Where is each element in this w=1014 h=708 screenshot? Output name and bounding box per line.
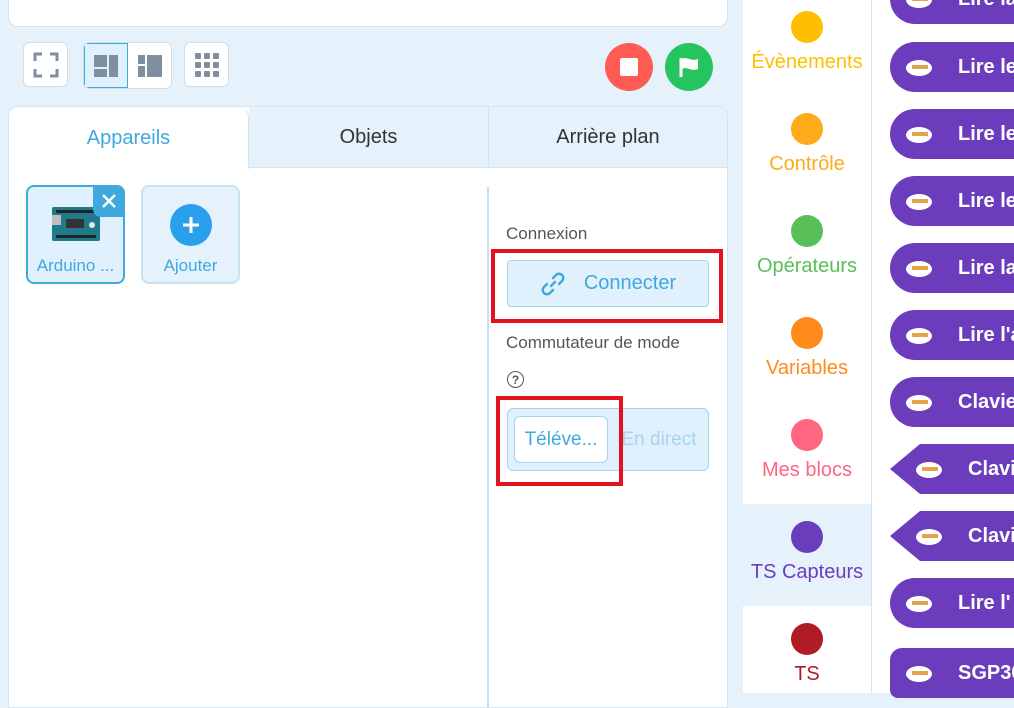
block-text: Lire l'a bbox=[958, 323, 1014, 346]
panel-tabs: Appareils Objets Arrière plan bbox=[9, 107, 727, 169]
block-text: Clavi bbox=[968, 524, 1014, 547]
block-text: Clavie bbox=[958, 390, 1014, 413]
category-dot bbox=[791, 521, 823, 553]
sensor-extension-icon bbox=[906, 395, 932, 411]
tab-sprites[interactable]: Objets bbox=[249, 107, 488, 168]
layout-toggle[interactable] bbox=[83, 42, 172, 89]
block-read[interactable]: Lire le bbox=[890, 109, 1014, 159]
category-dot bbox=[791, 317, 823, 349]
category-my-blocks[interactable]: Mes blocs bbox=[743, 408, 871, 510]
tab-label: Appareils bbox=[86, 126, 171, 149]
tab-devices[interactable]: Appareils bbox=[9, 107, 249, 169]
category-dot bbox=[791, 11, 823, 43]
stage-area bbox=[8, 0, 728, 27]
help-icon[interactable]: ? bbox=[507, 371, 524, 388]
highlight-box-mode bbox=[496, 396, 623, 486]
block-text: Clavi bbox=[968, 457, 1014, 480]
category-variables[interactable]: Variables bbox=[743, 306, 871, 408]
block-text: SGP30 bbox=[958, 661, 1014, 684]
category-dot bbox=[791, 215, 823, 247]
layout-split-icon bbox=[93, 54, 118, 77]
sensor-extension-icon bbox=[906, 261, 932, 277]
grid-icon bbox=[194, 52, 219, 77]
fullscreen-icon bbox=[33, 52, 58, 77]
device-card-arduino[interactable]: Arduino ... bbox=[26, 185, 125, 284]
category-operators[interactable]: Opérateurs bbox=[743, 204, 871, 306]
layout-narrow-icon bbox=[137, 54, 162, 77]
category-label: Mes blocs bbox=[761, 459, 853, 481]
layout-narrow-button[interactable] bbox=[128, 43, 171, 88]
stop-button[interactable] bbox=[605, 43, 653, 91]
connection-label: Connexion bbox=[506, 224, 588, 243]
block-keypad[interactable]: Clavie bbox=[890, 377, 1014, 427]
flag-icon bbox=[679, 58, 698, 77]
category-control[interactable]: Contrôle bbox=[743, 102, 871, 204]
category-menu: Évènements Contrôle Opérateurs Variables… bbox=[743, 0, 872, 693]
mode-live-option[interactable]: En direct bbox=[612, 416, 706, 463]
category-label: Évènements bbox=[751, 51, 863, 73]
block-read[interactable]: Lire l'a bbox=[890, 310, 1014, 360]
sensor-extension-icon bbox=[906, 596, 932, 612]
fullscreen-button[interactable] bbox=[23, 42, 68, 87]
blocks-palette: Lire la Lire le Lire le Lire le Lire la … bbox=[872, 0, 1014, 698]
layout-split-button[interactable] bbox=[84, 43, 128, 88]
tab-backdrop[interactable]: Arrière plan bbox=[488, 107, 727, 168]
sprite-device-panel: Appareils Objets Arrière plan Arduino ..… bbox=[8, 106, 728, 708]
block-read[interactable]: Lire le bbox=[890, 42, 1014, 92]
device-name: Arduino ... bbox=[36, 256, 115, 275]
category-events[interactable]: Évènements bbox=[743, 0, 871, 102]
sensor-extension-icon bbox=[906, 60, 932, 76]
block-read[interactable]: Lire la bbox=[890, 0, 1014, 24]
category-label: Opérateurs bbox=[756, 255, 858, 277]
go-flag-button[interactable] bbox=[665, 43, 713, 91]
add-device-button[interactable]: Ajouter bbox=[141, 185, 240, 284]
close-icon bbox=[102, 194, 116, 208]
tab-label: Objets bbox=[339, 125, 398, 148]
block-text: Lire le bbox=[958, 55, 1014, 78]
sensor-extension-icon bbox=[906, 666, 932, 682]
sensor-extension-icon bbox=[906, 127, 932, 143]
category-ts-sensors[interactable]: TS Capteurs bbox=[743, 504, 871, 606]
category-label: Contrôle bbox=[769, 153, 845, 175]
block-text: Lire la bbox=[958, 256, 1014, 279]
category-dot bbox=[791, 113, 823, 145]
panel-divider bbox=[487, 187, 489, 707]
sensor-extension-icon bbox=[916, 529, 942, 545]
category-label: Variables bbox=[766, 357, 848, 379]
category-label: TS Capteurs bbox=[750, 561, 864, 583]
block-read[interactable]: Lire la bbox=[890, 243, 1014, 293]
sensor-extension-icon bbox=[906, 328, 932, 344]
block-read[interactable]: Lire l' bbox=[890, 578, 1014, 628]
category-dot bbox=[791, 419, 823, 451]
block-text: Lire le bbox=[958, 189, 1014, 212]
block-text: Lire le bbox=[958, 122, 1014, 145]
category-label: TS bbox=[794, 663, 820, 685]
add-device-label: Ajouter bbox=[163, 256, 218, 275]
close-device-button[interactable] bbox=[93, 185, 125, 217]
plus-icon bbox=[170, 204, 212, 246]
category-dot bbox=[791, 623, 823, 655]
sensor-extension-icon bbox=[906, 194, 932, 210]
stop-icon bbox=[620, 58, 638, 76]
sensor-extension-icon bbox=[906, 0, 932, 8]
block-keypad-boolean[interactable]: Clavi bbox=[890, 511, 1014, 561]
mode-switch-label: Commutateur de mode bbox=[506, 333, 680, 352]
grid-view-button[interactable] bbox=[184, 42, 229, 87]
highlight-box-connect bbox=[491, 249, 723, 323]
block-keypad-boolean[interactable]: Clavi bbox=[890, 444, 1014, 494]
block-text: Lire la bbox=[958, 0, 1014, 11]
block-read[interactable]: Lire le bbox=[890, 176, 1014, 226]
tab-label: Arrière plan bbox=[556, 125, 660, 148]
sensor-extension-icon bbox=[916, 462, 942, 478]
block-text: Lire l' bbox=[958, 591, 1011, 614]
block-sgp30[interactable]: SGP30 bbox=[890, 648, 1014, 698]
